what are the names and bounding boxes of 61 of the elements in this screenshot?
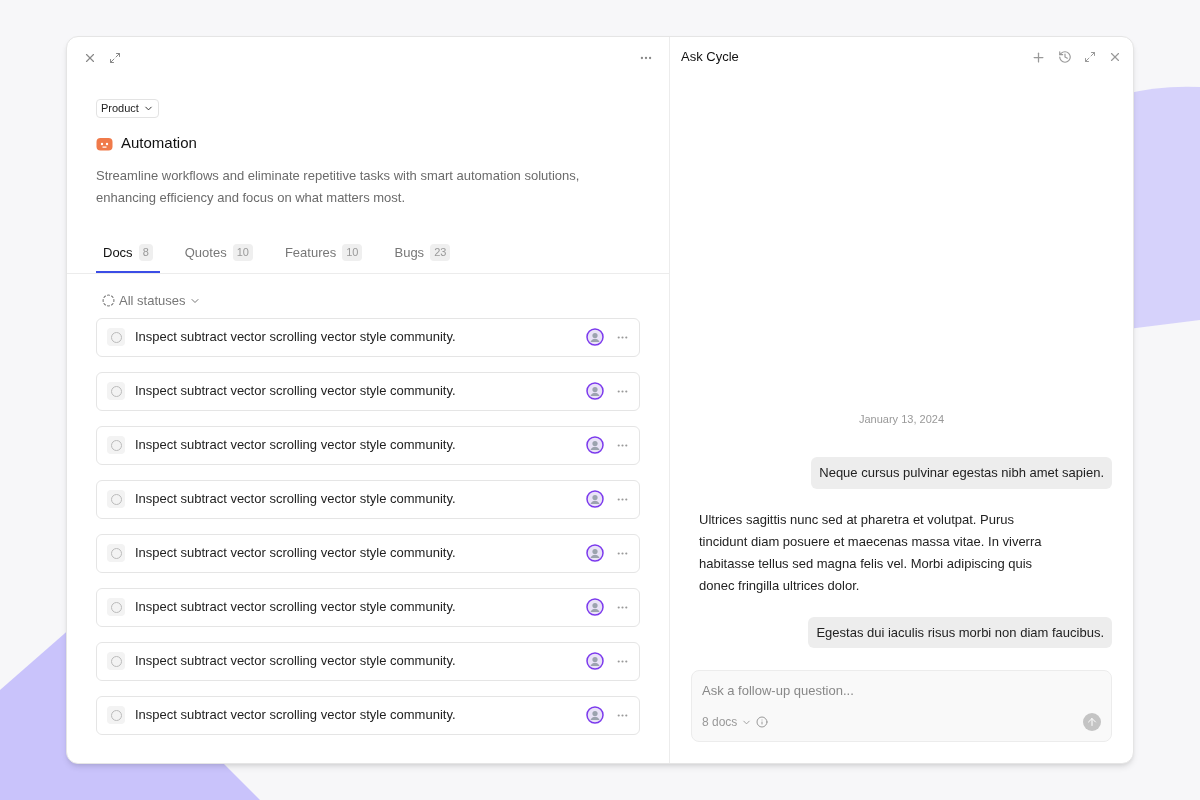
description: Streamline workflows and eliminate repetitive tasks with smart automation solutions, enhancing efficiency and focus on what matters most. xyxy=(96,166,581,207)
status-circle-icon xyxy=(107,652,125,670)
history-icon[interactable] xyxy=(1058,50,1072,64)
avatar-icon xyxy=(586,652,604,670)
robot-icon xyxy=(96,135,113,151)
expand-icon[interactable] xyxy=(1084,51,1096,63)
doc-row[interactable]: Inspect subtract vector scrolling vector style community. xyxy=(96,695,640,735)
user-message: Neque cursus pulvinar egestas nibh amet sapien. xyxy=(811,457,1112,489)
chat-title: Ask Cycle xyxy=(681,48,739,67)
count-badge: 8 xyxy=(138,244,153,261)
category-dropdown[interactable]: Product xyxy=(96,99,159,118)
doc-row[interactable]: Inspect subtract vector scrolling vector style community. xyxy=(96,371,640,411)
doc-title: Inspect subtract vector scrolling vector style community. xyxy=(135,436,456,455)
doc-title: Inspect subtract vector scrolling vector style community. xyxy=(135,382,456,401)
close-icon[interactable] xyxy=(1108,50,1122,64)
user-message: Egestas dui iaculis risus morbi non diam faucibus. xyxy=(808,616,1112,648)
avatar-icon xyxy=(586,382,604,400)
send-button[interactable] xyxy=(1083,713,1101,731)
avatar-icon xyxy=(586,328,604,346)
page-title: Automation xyxy=(121,133,197,153)
doc-title: Inspect subtract vector scrolling vector style community. xyxy=(135,598,456,617)
doc-title: Inspect subtract vector scrolling vector style community. xyxy=(135,544,456,563)
status-circle-icon xyxy=(107,328,125,346)
date-label: January 13, 2024 xyxy=(859,411,944,427)
arrow-up-icon xyxy=(1086,716,1098,728)
doc-row[interactable]: Inspect subtract vector scrolling vector style community. xyxy=(96,587,640,627)
doc-title: Inspect subtract vector scrolling vector style community. xyxy=(135,652,456,671)
doc-row[interactable]: Inspect subtract vector scrolling vector style community. xyxy=(96,425,640,465)
avatar-icon xyxy=(586,436,604,454)
plus-icon[interactable] xyxy=(1031,49,1046,65)
doc-title: Inspect subtract vector scrolling vector style community. xyxy=(135,706,456,725)
close-icon[interactable] xyxy=(83,51,97,65)
status-circle-icon xyxy=(107,706,125,724)
count-badge: 23 xyxy=(430,244,451,261)
status-circle-icon xyxy=(107,382,125,400)
doc-row[interactable]: Inspect subtract vector scrolling vector style community. xyxy=(96,533,640,573)
doc-title: Inspect subtract vector scrolling vector style community. xyxy=(135,328,456,347)
doc-row[interactable]: Inspect subtract vector scrolling vector style community. xyxy=(96,317,640,357)
status-circle-icon xyxy=(107,598,125,616)
status-filter[interactable]: All statuses xyxy=(96,285,208,316)
doc-row[interactable]: Inspect subtract vector scrolling vector style community. xyxy=(96,641,640,681)
info-icon[interactable] xyxy=(756,716,769,728)
tab[interactable]: Features 10 xyxy=(277,234,370,273)
assistant-message: Ultrices sagittis nunc sed at pharetra et volutpat. Purus tincidunt diam posuere et maecenas massa vitae. In viverra habitasse tellus sed magna felis vel. Morbi adipiscing quis donec fringilla ultrices dolor. xyxy=(699,510,1043,595)
tab[interactable]: Bugs 23 xyxy=(387,234,458,273)
avatar-icon xyxy=(586,490,604,508)
status-circle-icon xyxy=(107,490,125,508)
count-badge: 10 xyxy=(232,244,253,261)
count-badge: 10 xyxy=(342,244,363,261)
question-field[interactable]: Ask a follow-up question... xyxy=(702,681,1101,701)
avatar-icon xyxy=(586,544,604,562)
tab[interactable]: Quotes 10 xyxy=(177,234,260,273)
avatar-icon xyxy=(586,598,604,616)
doc-title: Inspect subtract vector scrolling vector style community. xyxy=(135,490,456,509)
status-circle-icon xyxy=(107,544,125,562)
expand-icon[interactable] xyxy=(109,52,121,64)
avatar-icon xyxy=(586,706,604,724)
status-circle-icon xyxy=(107,436,125,454)
status-icon xyxy=(102,294,115,307)
tab[interactable]: Docs 8 xyxy=(96,234,160,273)
doc-row[interactable]: Inspect subtract vector scrolling vector style community. xyxy=(96,479,640,519)
